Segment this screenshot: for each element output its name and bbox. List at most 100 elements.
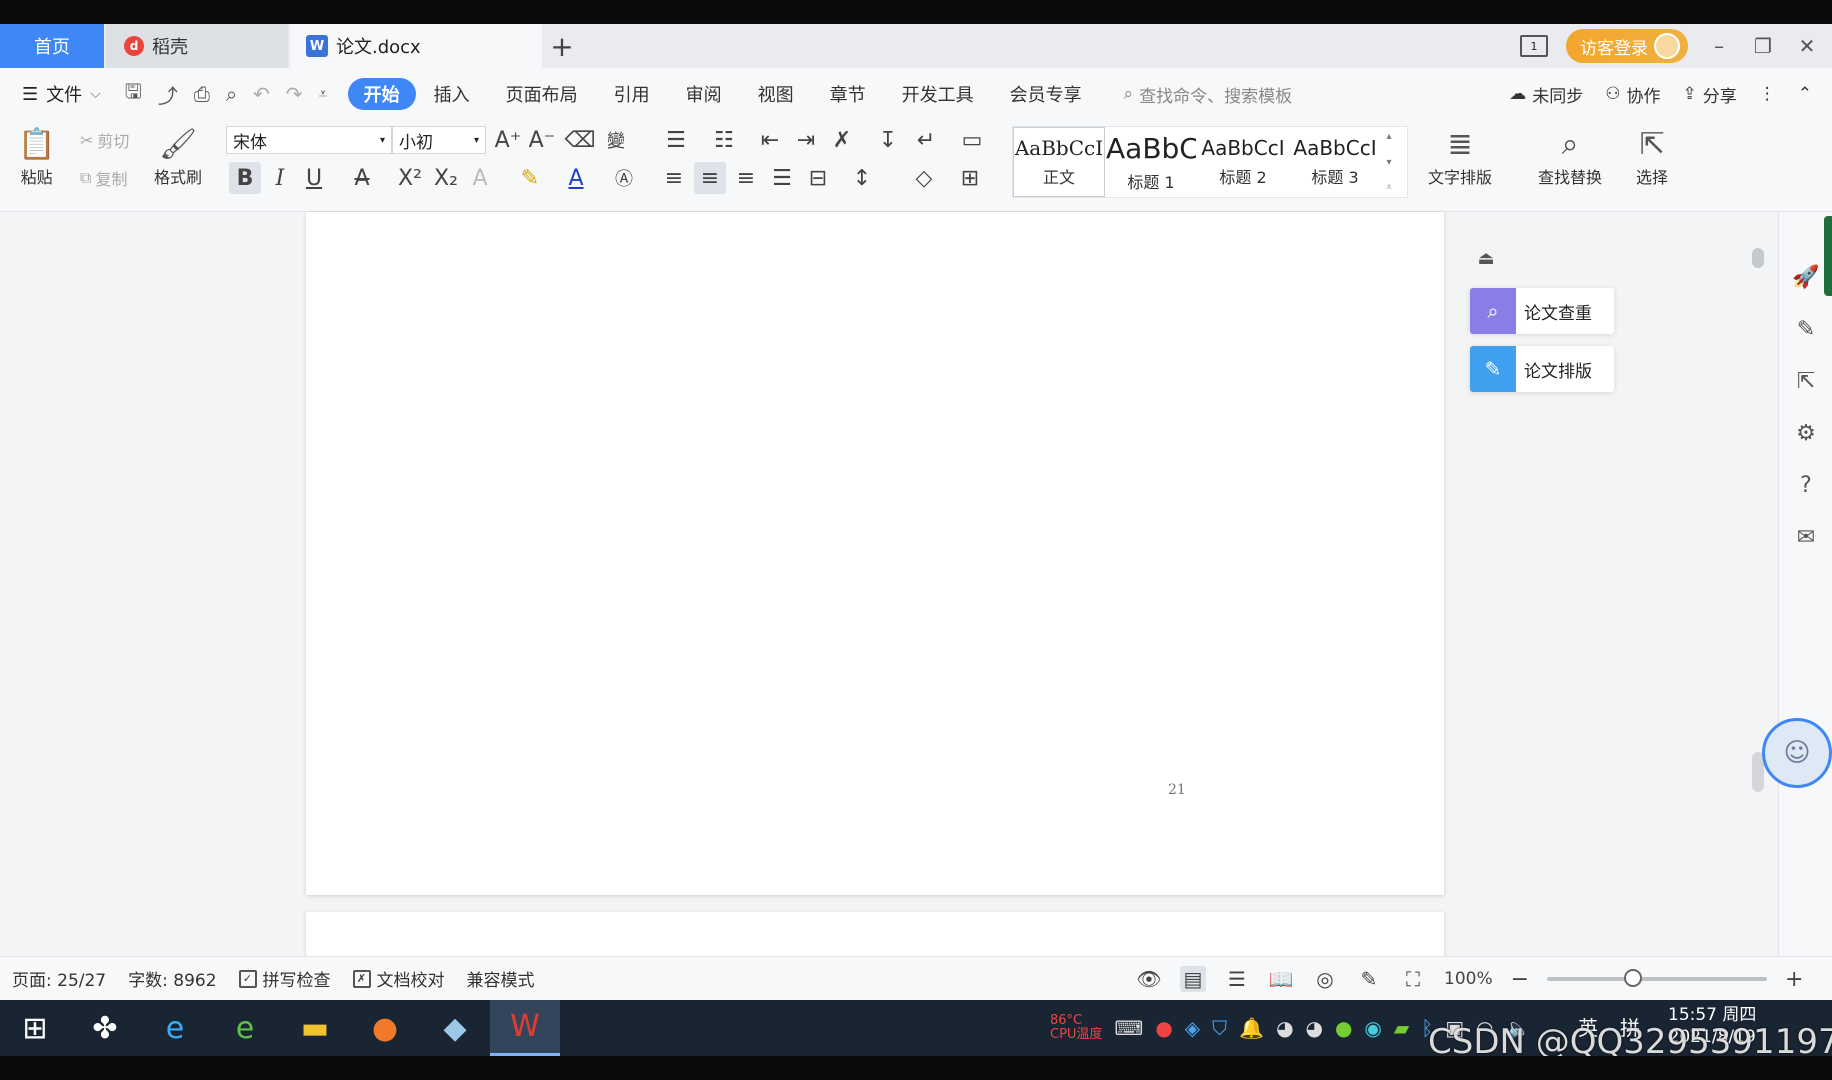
zoom-slider[interactable] — [1547, 969, 1768, 987]
keyboard-icon[interactable]: ⌨ — [1114, 1016, 1143, 1040]
page-view-icon[interactable]: ▤ — [1180, 966, 1206, 992]
tab-view[interactable]: 视图 — [740, 78, 812, 110]
tab-home[interactable]: 首页 — [0, 24, 104, 68]
tab-page-layout[interactable]: 页面布局 — [488, 78, 596, 110]
style-heading-3[interactable]: AaBbCcI 标题 3 — [1289, 127, 1381, 197]
rocket-icon[interactable]: 🚀 — [1791, 262, 1821, 292]
zoom-slider-knob[interactable] — [1624, 969, 1643, 987]
find-replace-button[interactable]: ⌕ 查找替换 — [1538, 124, 1602, 188]
style-gallery-scroll[interactable]: ▴ ▾ ⩡ — [1381, 127, 1397, 197]
plagiarism-check-button[interactable]: ⌕ 论文查重 — [1470, 288, 1614, 334]
numbered-list-icon[interactable]: ☷ — [708, 124, 740, 156]
italic-icon[interactable]: I — [264, 162, 296, 194]
tab-developer[interactable]: 开发工具 — [884, 78, 992, 110]
bullet-list-icon[interactable]: ☰ — [660, 124, 692, 156]
text-layout-button[interactable]: ≣ 文字排版 — [1428, 124, 1492, 188]
paste-button[interactable]: 📋 粘贴 — [18, 124, 55, 188]
borders-icon[interactable]: ⊞ — [954, 162, 986, 194]
copy-button[interactable]: ⧉ 复制 — [80, 166, 127, 190]
tray-app-blue-icon[interactable]: ◈ — [1185, 1016, 1200, 1040]
decrease-indent-icon[interactable]: ⇤ — [754, 124, 786, 156]
align-right-icon[interactable]: ≡ — [730, 162, 762, 194]
shading-icon[interactable]: ◇ — [908, 162, 940, 194]
shield-icon[interactable]: ⛉ — [1212, 1016, 1227, 1040]
spell-check-button[interactable]: ✓ 拼写检查 — [238, 966, 331, 991]
tab-daoke[interactable]: d 稻壳 — [106, 24, 288, 68]
font-color-icon[interactable]: A — [560, 162, 592, 194]
pen-icon[interactable]: ✎ — [1791, 314, 1821, 344]
cut-button[interactable]: ✂ 剪切 — [80, 128, 129, 152]
font-name-select[interactable]: 宋体 ▾ — [226, 126, 392, 154]
zoom-in-button[interactable]: + — [1785, 967, 1803, 992]
doc-review-button[interactable]: ✗ 文档校对 — [352, 966, 445, 991]
style-normal[interactable]: AaBbCcI 正文 — [1013, 127, 1105, 197]
chinese-layout-icon[interactable]: ✗ — [826, 124, 858, 156]
char-border-icon[interactable]: Ⓐ — [608, 162, 640, 194]
wps-app-icon[interactable]: W — [490, 1000, 560, 1056]
collapse-panel-icon[interactable]: ⏏ — [1472, 244, 1500, 272]
clear-format-icon[interactable]: ⌫ — [564, 124, 596, 156]
sliders-icon[interactable]: ⚙ — [1791, 418, 1821, 448]
sync-button[interactable]: ☁ 未同步 — [1509, 82, 1583, 107]
tray-app-green-icon[interactable]: ● — [1335, 1016, 1352, 1040]
print-preview-icon[interactable]: ⌕ — [226, 82, 237, 106]
assistant-icon[interactable]: ☺ — [1762, 718, 1832, 788]
fit-page-icon[interactable]: ⛶ — [1400, 966, 1426, 992]
write-view-icon[interactable]: ✎ — [1356, 966, 1382, 992]
grow-font-icon[interactable]: A⁺ — [492, 124, 524, 156]
justify-icon[interactable]: ☰ — [766, 162, 798, 194]
document-page[interactable]: 21 — [306, 212, 1444, 895]
save-icon[interactable]: 🖫 — [125, 77, 142, 111]
chat-icon[interactable]: ✉ — [1791, 522, 1821, 552]
cpu-temp[interactable]: 86°C CPU温度 — [1050, 1013, 1102, 1043]
subscript-icon[interactable]: X₂ — [430, 162, 462, 194]
select-button[interactable]: ⇱ 选择 — [1636, 124, 1668, 188]
scroll-thumb[interactable] — [1752, 248, 1764, 268]
underline-icon[interactable]: U — [298, 162, 330, 194]
highlight-icon[interactable]: ✎ — [514, 162, 546, 194]
tab-insert[interactable]: 插入 — [416, 78, 488, 110]
tray-app-cyan-icon[interactable]: ◉ — [1364, 1016, 1381, 1040]
strikethrough-icon[interactable]: A — [346, 162, 378, 194]
align-center-icon[interactable]: ≡ — [694, 162, 726, 194]
tab-review[interactable]: 审阅 — [668, 78, 740, 110]
windows-start-icon[interactable]: ⊞ — [0, 1000, 70, 1056]
vertical-scrollbar[interactable] — [1748, 212, 1768, 956]
bell-icon[interactable]: 🔔 — [1239, 1016, 1264, 1040]
file-explorer-icon[interactable]: ▬ — [280, 1000, 350, 1056]
file-menu[interactable]: ☰ 文件 ⌵ — [22, 81, 101, 107]
font-size-select[interactable]: 小初 ▾ — [392, 126, 486, 154]
ie-browser-icon[interactable]: e — [140, 1000, 210, 1056]
sort-icon[interactable]: ↧ — [872, 124, 904, 156]
shrink-font-icon[interactable]: A⁻ — [526, 124, 558, 156]
new-tab-button[interactable]: + — [546, 30, 578, 63]
reading-view-icon[interactable]: 📖 — [1268, 966, 1294, 992]
style-heading-1[interactable]: AaBbC 标题 1 — [1105, 127, 1197, 197]
tray-app-red-icon[interactable]: ● — [1155, 1016, 1172, 1040]
export-icon[interactable]: ⤴ — [158, 80, 178, 109]
notes-app-icon[interactable]: ◆ — [420, 1000, 490, 1056]
thesis-format-button[interactable]: ✎ 论文排版 — [1470, 346, 1614, 392]
align-left-icon[interactable]: ≡ — [658, 162, 690, 194]
table-ruler-icon[interactable]: ▭ — [956, 124, 988, 156]
share-button[interactable]: ⇪ 分享 — [1683, 82, 1737, 107]
line-spacing-icon[interactable]: ↕ — [846, 162, 878, 194]
undo-icon[interactable]: ↶ — [253, 82, 270, 106]
redo-icon[interactable]: ↷ — [286, 82, 303, 106]
zoom-level[interactable]: 100% — [1444, 969, 1493, 989]
print-icon[interactable]: ⎙ — [194, 82, 210, 106]
web-view-icon[interactable]: ◎ — [1312, 966, 1338, 992]
command-search[interactable]: ⌕ 查找命令、搜索模板 — [1124, 82, 1293, 107]
outline-view-icon[interactable]: ☰ — [1224, 966, 1250, 992]
increase-indent-icon[interactable]: ⇥ — [790, 124, 822, 156]
phonetic-icon[interactable]: 變 — [600, 124, 632, 156]
tab-section[interactable]: 章节 — [812, 78, 884, 110]
reading-mode-icon[interactable]: 1 — [1520, 35, 1548, 57]
help-icon[interactable]: ? — [1791, 470, 1821, 500]
restore-button[interactable]: ❐ — [1750, 33, 1776, 59]
zoom-out-button[interactable]: − — [1511, 967, 1529, 992]
page-indicator[interactable]: 页面: 25/27 — [12, 966, 106, 991]
eye-icon[interactable]: 👁 — [1136, 966, 1162, 992]
superscript-icon[interactable]: X² — [394, 162, 426, 194]
show-marks-icon[interactable]: ↵ — [910, 124, 942, 156]
